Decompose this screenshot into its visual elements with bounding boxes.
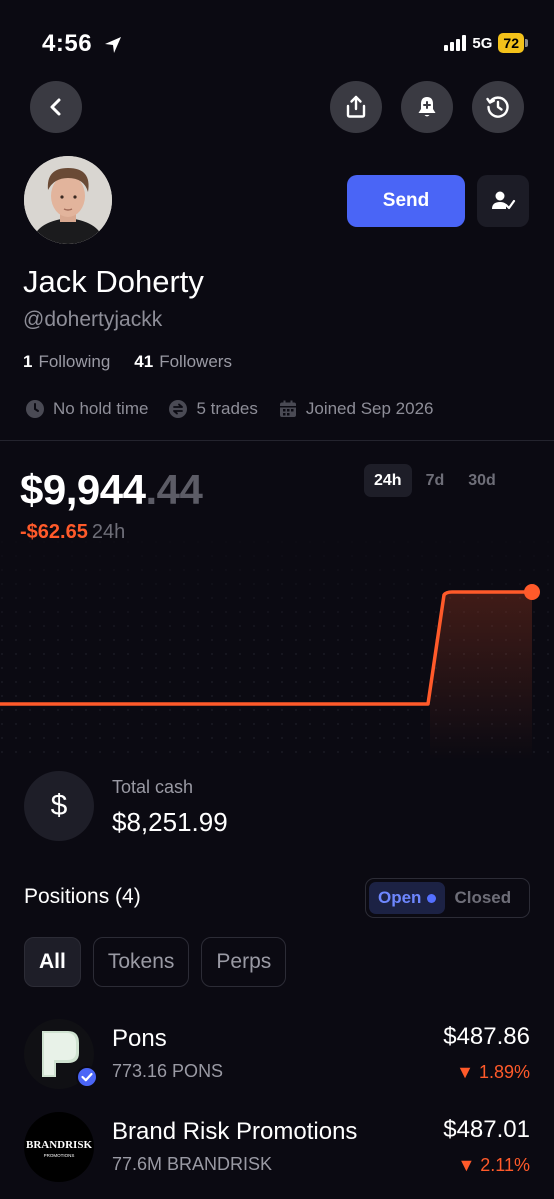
chart-end-marker — [524, 584, 540, 600]
join-date-label: Joined Sep 2026 — [305, 399, 434, 418]
filter-tokens[interactable]: Tokens — [92, 937, 190, 987]
position-value: $487.86 — [443, 1023, 530, 1050]
status-time: 4:56 — [42, 30, 93, 57]
history-icon — [486, 96, 509, 118]
hold-time-label: No hold time — [53, 399, 149, 418]
position-qty: 773.16 PONS — [112, 1061, 224, 1081]
following-count: 1 — [23, 352, 33, 371]
range-tab-7d[interactable]: 7d — [416, 464, 455, 497]
hold-time: No hold time — [25, 399, 148, 419]
back-button[interactable] — [30, 81, 82, 133]
brandrisk-logo: BRANDRISK PROMOTIONS — [24, 1112, 94, 1182]
position-name: Pons — [112, 1025, 167, 1052]
range-tab-30d[interactable]: 30d — [458, 464, 506, 497]
join-date: Joined Sep 2026 — [278, 399, 434, 419]
share-button[interactable] — [330, 81, 382, 133]
user-check-icon — [492, 191, 516, 210]
section-divider — [0, 440, 554, 441]
trade-count-label: 5 trades — [196, 399, 258, 418]
closed-tab[interactable]: Closed — [445, 882, 520, 914]
location-arrow-icon — [103, 35, 123, 60]
live-dot-icon — [427, 893, 437, 903]
battery-icon: 72 — [498, 33, 528, 53]
range-tab-24h[interactable]: 24h — [364, 464, 412, 497]
balance-main: $9,944 — [20, 466, 146, 513]
following-label: Following — [38, 352, 111, 371]
swap-icon — [169, 400, 188, 418]
send-button[interactable]: Send — [347, 175, 465, 227]
battery-level: 72 — [498, 33, 524, 53]
notify-button[interactable] — [401, 81, 453, 133]
profile-name: Jack Doherty — [23, 264, 204, 299]
balance-cents: .44 — [145, 466, 203, 513]
open-label: Open — [378, 888, 422, 907]
verified-badge-icon — [76, 1066, 98, 1088]
clock-icon — [26, 400, 44, 418]
cash-icon: $ — [24, 771, 94, 841]
following-link[interactable]: 1 Following — [23, 352, 110, 372]
filter-perps[interactable]: Perps — [201, 937, 287, 987]
position-row-pons[interactable]: Pons 773.16 PONS $487.86 ▼ 1.89% — [24, 1019, 530, 1099]
positions-title: Positions (4) — [24, 885, 141, 908]
network-type: 5G — [472, 34, 493, 52]
avatar — [24, 156, 112, 244]
status-indicators: 5G 72 — [444, 33, 528, 53]
position-filters: All Tokens Perps — [24, 937, 287, 987]
svg-text:PROMOTIONS: PROMOTIONS — [44, 1153, 75, 1158]
followers-link[interactable]: 41 Followers — [134, 352, 232, 372]
followers-label: Followers — [159, 352, 232, 371]
svg-text:BRANDRISK: BRANDRISK — [26, 1139, 92, 1151]
portfolio-balance: $9,944.44 — [20, 466, 203, 514]
profile-handle: @dohertyjackk — [23, 308, 163, 331]
follow-user-button[interactable] — [477, 175, 529, 227]
bell-plus-icon — [418, 97, 436, 117]
total-cash-label: Total cash — [112, 777, 194, 797]
position-name: Brand Risk Promotions — [112, 1118, 358, 1145]
open-closed-toggle: Open Closed — [365, 878, 530, 918]
signal-icon — [444, 35, 467, 51]
portfolio-chart — [0, 540, 554, 760]
calendar-icon — [279, 400, 296, 417]
position-change: ▼ 2.11% — [457, 1155, 530, 1175]
position-change: ▼ 1.89% — [456, 1062, 530, 1082]
position-row-brandrisk[interactable]: BRANDRISK PROMOTIONS Brand Risk Promotio… — [24, 1112, 530, 1192]
open-tab[interactable]: Open — [369, 882, 446, 914]
followers-count: 41 — [134, 352, 154, 371]
pons-logo — [24, 1019, 98, 1089]
chart-area — [430, 592, 532, 760]
share-icon — [346, 95, 366, 118]
profile-meta: No hold time 5 trades Joined Sep 2026 — [25, 399, 433, 419]
chevron-left-icon — [50, 98, 61, 116]
range-tabs: 24h 7d 30d — [364, 464, 506, 497]
position-qty: 77.6M BRANDRISK — [112, 1154, 273, 1174]
position-value: $487.01 — [443, 1116, 530, 1143]
filter-all[interactable]: All — [24, 937, 81, 987]
history-button[interactable] — [472, 81, 524, 133]
total-cash-value: $8,251.99 — [112, 807, 228, 837]
trade-count: 5 trades — [168, 399, 258, 419]
follow-stats: 1 Following 41 Followers — [23, 352, 232, 372]
